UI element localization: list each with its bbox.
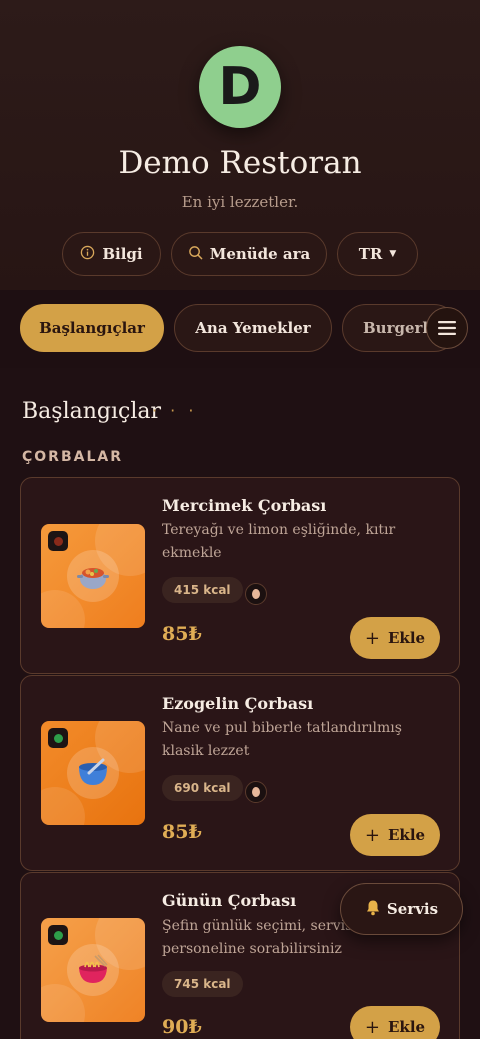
caret-down-icon: ▼: [389, 249, 397, 259]
item-image: [41, 524, 145, 628]
item-price: 85₺: [162, 821, 202, 843]
dietary-badge: [48, 925, 68, 945]
tab-baslangiclar[interactable]: Başlangıçlar: [20, 304, 164, 352]
item-description: Nane ve pul biberle tatlandırılmış klasi…: [162, 720, 402, 759]
plus-icon: +: [364, 824, 380, 846]
dietary-badge: [48, 531, 68, 551]
add-button[interactable]: + Ekle: [350, 1006, 440, 1039]
item-price: 85₺: [162, 623, 202, 645]
plus-icon: +: [364, 627, 380, 649]
dietary-badge: [48, 728, 68, 748]
language-selector[interactable]: TR ▼: [337, 232, 418, 276]
calorie-badge: 690 kcal: [162, 775, 243, 801]
pot-icon: [67, 550, 119, 602]
search-icon: [188, 245, 203, 264]
restaurant-name: Demo Restoran: [118, 145, 362, 181]
add-button-label: Ekle: [388, 629, 426, 647]
category-tabs: Başlangıçlar Ana Yemekler Burgerler: [0, 290, 480, 368]
item-name: Ezogelin Çorbası: [162, 694, 314, 713]
call-service-button[interactable]: Servis: [340, 883, 463, 935]
menu-item-card[interactable]: Ezogelin Çorbası Nane ve pul biberle tat…: [20, 675, 460, 871]
category-heading: ÇORBALAR: [22, 449, 123, 465]
section-title: Başlangıçlar: [22, 399, 162, 424]
egg-icon: [245, 583, 267, 605]
info-button-label: Bilgi: [102, 245, 143, 263]
menu-search-button[interactable]: Menüde ara: [171, 232, 327, 276]
item-image: [41, 721, 145, 825]
item-price: 90₺: [162, 1016, 202, 1038]
calorie-badge: 415 kcal: [162, 577, 243, 603]
add-button[interactable]: + Ekle: [350, 617, 440, 659]
noodle-bowl-icon: [67, 944, 119, 996]
service-button-label: Servis: [386, 900, 439, 918]
add-button-label: Ekle: [388, 1018, 426, 1036]
item-name: Mercimek Çorbası: [162, 496, 327, 515]
bowl-icon: [67, 747, 119, 799]
hamburger-menu-icon: [438, 316, 456, 340]
info-circle-icon: [80, 245, 95, 264]
item-name: Günün Çorbası: [162, 891, 297, 910]
bell-icon: [365, 899, 381, 920]
item-description: Tereyağı ve limon eşliğinde, kıtır ekmek…: [162, 522, 396, 561]
item-image: [41, 918, 145, 1022]
tab-ana-yemekler[interactable]: Ana Yemekler: [174, 304, 332, 352]
restaurant-logo: D: [199, 46, 281, 128]
menu-item-card[interactable]: Mercimek Çorbası Tereyağı ve limon eşliğ…: [20, 477, 460, 674]
calorie-badge: 745 kcal: [162, 971, 243, 997]
add-button-label: Ekle: [388, 826, 426, 844]
category-menu-button[interactable]: [426, 307, 468, 349]
restaurant-tagline: En iyi lezzetler.: [181, 193, 299, 211]
plus-icon: +: [364, 1016, 380, 1038]
add-button[interactable]: + Ekle: [350, 814, 440, 856]
menu-search-label: Menüde ara: [209, 245, 311, 263]
restaurant-header: D Demo Restoran En iyi lezzetler. Bilgi …: [0, 0, 480, 290]
section-decoration: · · ·: [152, 401, 198, 420]
egg-icon: [245, 781, 267, 803]
language-label: TR: [358, 245, 383, 263]
info-button[interactable]: Bilgi: [62, 232, 161, 276]
